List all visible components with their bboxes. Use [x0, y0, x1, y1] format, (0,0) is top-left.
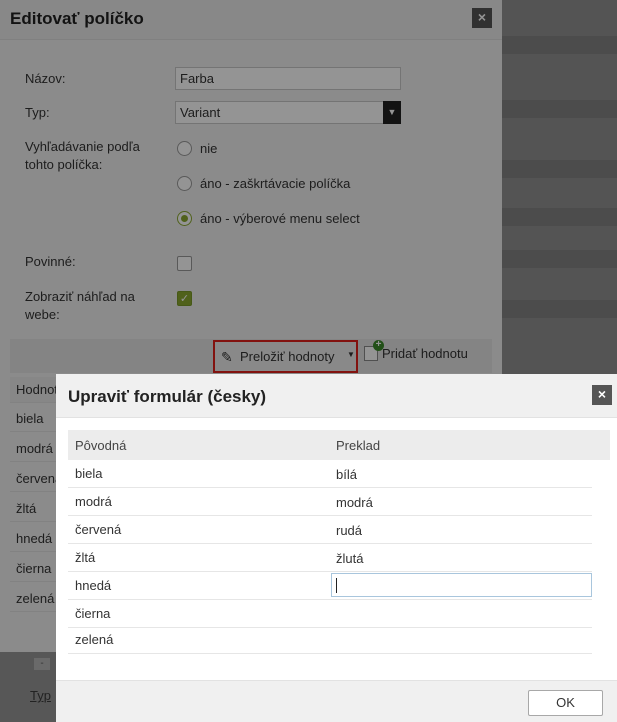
translate-form-dialog: Upraviť formulár (česky) × Pôvodná Prekl… [56, 374, 617, 722]
translation-value[interactable]: bílá [336, 467, 357, 482]
original-value: hnedá [75, 578, 112, 593]
dialog-header: Upraviť formulár (česky) × [56, 374, 617, 418]
translation-value[interactable]: žlutá [336, 551, 363, 566]
background-row [502, 208, 617, 226]
original-value: zelená [75, 632, 114, 647]
background-row [502, 250, 617, 268]
collapse-button[interactable]: - [34, 658, 50, 670]
dialog-footer: OK [56, 680, 617, 722]
translation-value[interactable]: rudá [336, 523, 362, 538]
column-original: Pôvodná [75, 438, 127, 453]
close-icon[interactable]: × [592, 385, 612, 405]
background-row [502, 36, 617, 54]
table-row: červená rudá [68, 516, 592, 544]
ok-button[interactable]: OK [528, 690, 603, 716]
table-header: Pôvodná Preklad [68, 430, 610, 460]
translation-input[interactable] [331, 573, 592, 597]
type-column-link[interactable]: Typ [30, 688, 51, 703]
translation-table: Pôvodná Preklad biela bílá modrá modrá č… [56, 418, 617, 680]
original-value: biela [75, 466, 103, 481]
dialog-title: Upraviť formulár (česky) [68, 387, 267, 406]
background-panel: - Typ [0, 652, 56, 722]
original-value: čierna [75, 606, 111, 621]
table-row: žltá žlutá [68, 544, 592, 572]
table-row: hnedá [68, 572, 592, 600]
background-row [502, 160, 617, 178]
table-row: zelená [68, 626, 592, 654]
original-value: žltá [75, 550, 96, 565]
table-row: biela bílá [68, 460, 592, 488]
original-value: červená [75, 522, 122, 537]
background-row [502, 300, 617, 318]
original-value: modrá [75, 494, 112, 509]
table-row: modrá modrá [68, 488, 592, 516]
column-translation: Preklad [336, 438, 381, 453]
table-row: čierna [68, 600, 592, 628]
background-row [502, 100, 617, 118]
translation-value[interactable]: modrá [336, 495, 373, 510]
